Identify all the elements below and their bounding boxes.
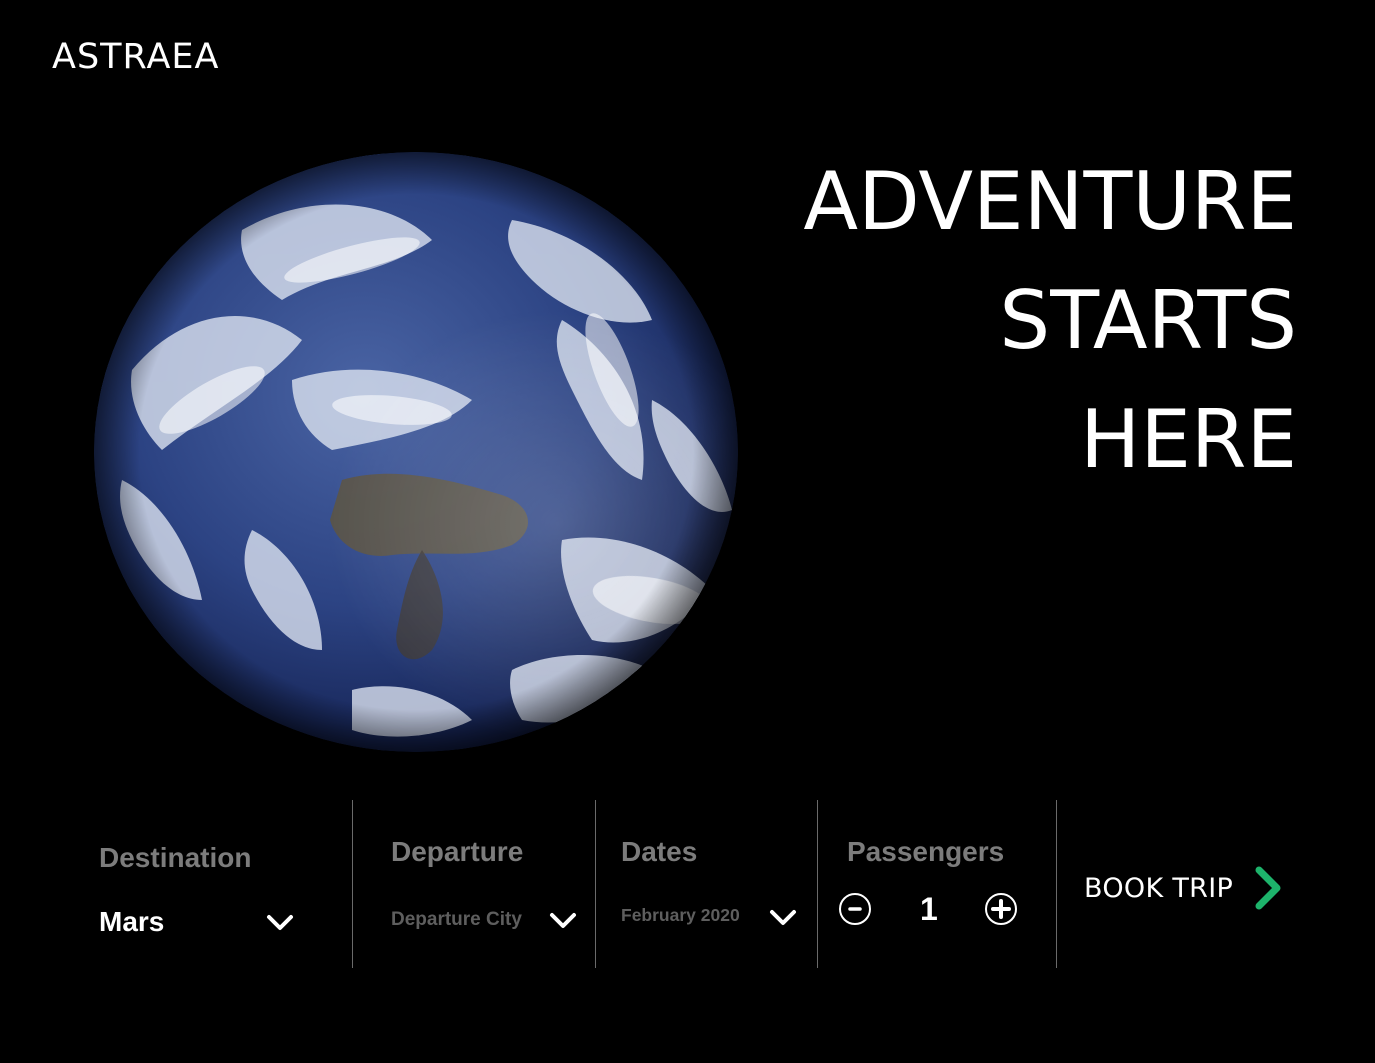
departure-label: Departure: [391, 836, 524, 867]
passengers-label: Passengers: [847, 836, 1005, 867]
increment-button[interactable]: [985, 893, 1017, 925]
departure-select[interactable]: Departure City: [391, 900, 581, 940]
destination-select[interactable]: Mars: [99, 900, 299, 944]
destination-value: Mars: [99, 906, 165, 937]
divider: [352, 800, 353, 968]
headline-line-3: HERE: [1080, 393, 1297, 486]
destination-label: Destination: [99, 842, 252, 873]
divider: [1056, 800, 1057, 968]
decrement-button[interactable]: [839, 893, 871, 925]
divider: [817, 800, 818, 968]
departure-placeholder: Departure City: [391, 909, 522, 930]
headline-line-1: ADVENTURE: [803, 155, 1297, 248]
hero-headline: ADVENTURE STARTS HERE: [803, 142, 1297, 499]
passenger-count: 1: [920, 891, 938, 927]
chevron-down-icon: [267, 915, 293, 930]
book-trip-label: BOOK TRIP: [1084, 872, 1234, 904]
dates-value: February 2020: [621, 905, 740, 925]
plus-icon: [991, 899, 1011, 919]
passengers-stepper: 1: [838, 890, 1023, 930]
chevron-down-icon: [770, 910, 796, 925]
headline-line-2: STARTS: [999, 274, 1297, 367]
book-trip-button[interactable]: BOOK TRIP: [1084, 866, 1283, 910]
earth-image: [94, 152, 738, 752]
dates-select[interactable]: February 2020: [621, 898, 801, 938]
brand-logo[interactable]: ASTRAEA: [52, 40, 219, 75]
chevron-right-icon: [1255, 866, 1281, 910]
divider: [595, 800, 596, 968]
chevron-down-icon: [550, 913, 576, 928]
minus-icon: [848, 907, 862, 911]
dates-label: Dates: [621, 836, 698, 867]
